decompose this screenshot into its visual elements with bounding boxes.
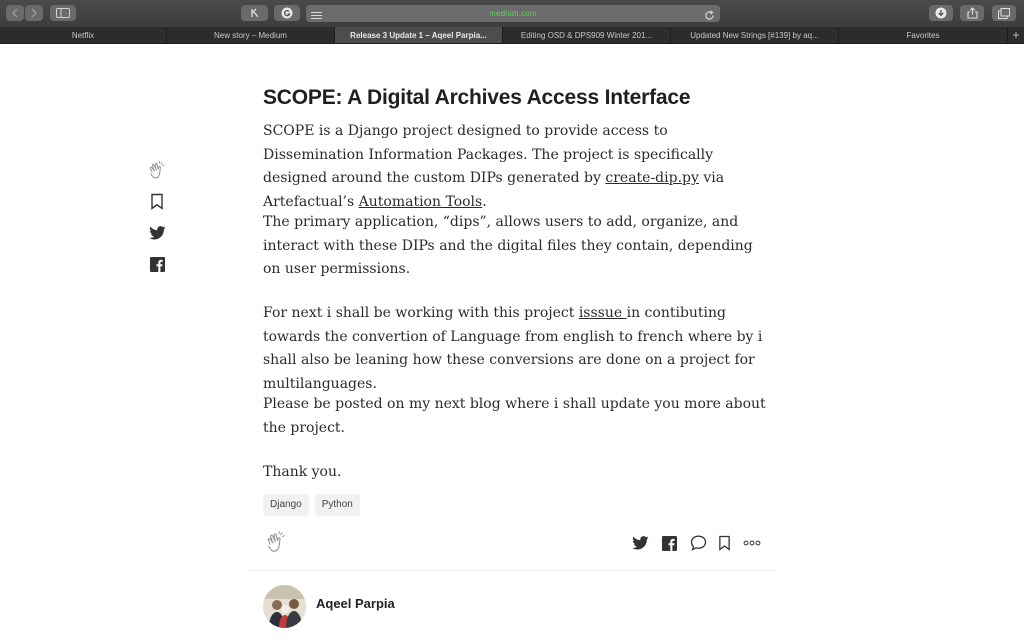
bookmark-icon[interactable] [716,530,732,556]
paragraph-text: . [482,193,487,210]
tab-bar: Netflix New story – Medium Release 3 Upd… [0,27,1024,44]
clap-icon[interactable] [263,530,289,556]
downloads-button[interactable] [929,5,953,21]
article-paragraph-3: For next i shall be working with this pr… [263,302,768,396]
article-action-bar [263,530,776,558]
new-tab-button[interactable]: + [1008,27,1024,43]
tab-label: Updated New Strings [#139] by aq... [690,30,819,40]
tab-release-3-update[interactable]: Release 3 Update 1 – Aqeel Parpia... [335,27,503,43]
extension-icon [249,7,261,19]
article-paragraph-2: The primary application, “dips”, allows … [263,214,753,277]
address-text: medium.com [489,9,537,18]
tab-new-story[interactable]: New story – Medium [167,27,335,43]
tabs-icon [998,7,1010,19]
grammarly-button[interactable] [274,5,300,21]
tab-favorites[interactable]: Favorites [839,27,1008,43]
tab-label: Favorites [906,30,940,40]
bookmark-icon[interactable] [146,190,168,212]
author-name[interactable]: Aqeel Parpia [316,596,395,611]
create-dip-link[interactable]: create-dip.py [605,170,699,186]
tab-editing-osd[interactable]: Editing OSD & DPS909 Winter 201... [503,27,671,43]
address-bar[interactable]: medium.com [306,5,720,22]
plus-icon: + [1012,28,1020,42]
twitter-icon[interactable] [630,530,650,556]
article-paragraph-5: Thank you. [263,464,342,480]
share-button[interactable] [960,5,984,21]
tab-updated-new-strings[interactable]: Updated New Strings [#139] by aq... [671,27,839,43]
more-icon[interactable] [742,530,762,556]
grammarly-icon [281,7,293,19]
tag-python[interactable]: Python [314,494,360,516]
chevron-left-icon [11,8,19,18]
sidebar-icon [56,8,70,18]
article-paragraph-4: Please be posted on my next blog where i… [263,396,766,436]
sidebar-toggle-button[interactable] [50,5,76,21]
reload-icon[interactable] [704,8,715,26]
tab-label: Netflix [71,30,95,40]
automation-tools-link[interactable]: Automation Tools [359,194,483,210]
back-button[interactable] [6,5,24,21]
extension-button[interactable] [241,5,268,21]
tab-label: New story – Medium [214,30,287,40]
chevron-right-icon [30,8,38,18]
issue-link[interactable]: isssue [579,305,627,321]
twitter-icon[interactable] [146,222,168,244]
author-avatar[interactable] [263,585,306,628]
browser-toolbar: medium.com [0,0,1024,27]
comment-icon[interactable] [688,530,708,556]
clap-icon[interactable] [146,160,168,182]
show-tabs-button[interactable] [992,5,1016,21]
facebook-icon[interactable] [146,253,168,275]
forward-button[interactable] [25,5,43,21]
article-paragraph-1: SCOPE is a Django project designed to pr… [263,120,768,214]
facebook-icon[interactable] [660,530,678,556]
divider [248,570,776,571]
article-title: SCOPE: A Digital Archives Access Interfa… [263,86,691,109]
tag-list: Django Python [263,494,360,516]
reader-menu-icon[interactable] [311,8,322,26]
tab-netflix[interactable]: Netflix [0,27,167,43]
tag-django[interactable]: Django [263,494,309,516]
paragraph-text: For next i shall be working with this pr… [263,305,579,321]
download-icon [935,7,947,19]
tab-label: Editing OSD & DPS909 Winter 201... [520,30,653,40]
share-icon [966,7,978,19]
tab-label: Release 3 Update 1 – Aqeel Parpia... [350,30,487,40]
